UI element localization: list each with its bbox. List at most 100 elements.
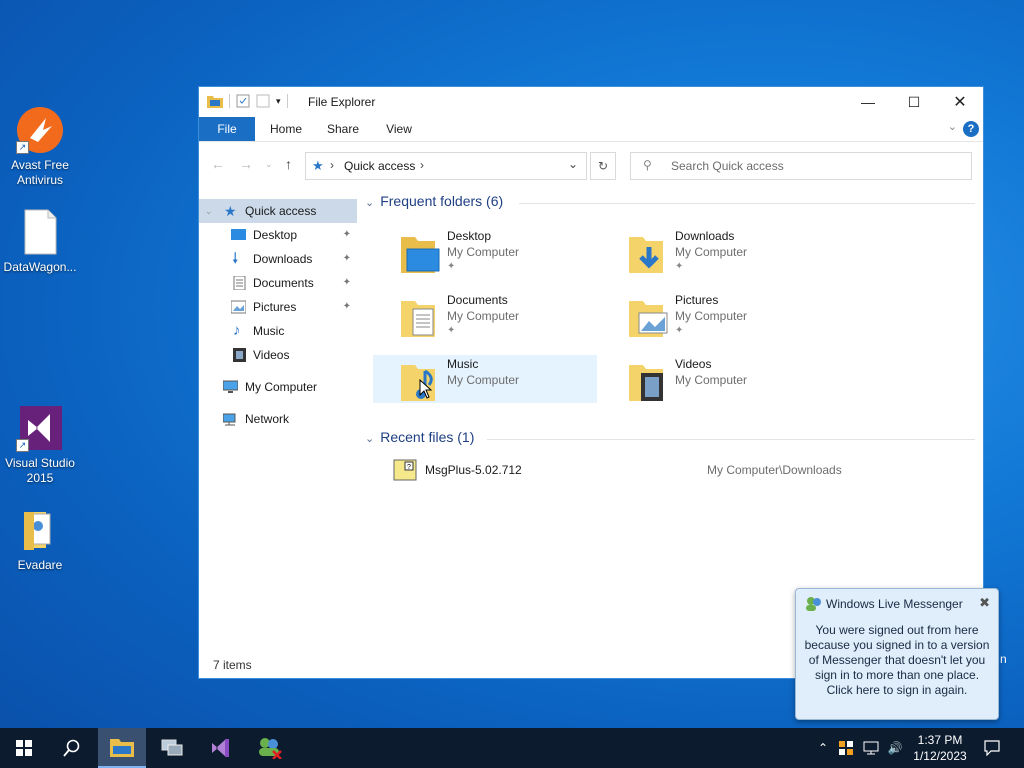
back-arrow-icon[interactable]: ← bbox=[211, 156, 225, 172]
tab-view[interactable]: View bbox=[375, 117, 423, 141]
tab-share[interactable]: Share bbox=[319, 117, 367, 141]
computer-icon bbox=[223, 380, 238, 393]
folder-desktop-icon bbox=[401, 237, 440, 273]
pictures-icon bbox=[231, 300, 246, 314]
folder-tile-videos[interactable]: Videos My Computer bbox=[589, 355, 813, 415]
folder-tile-desktop[interactable]: Desktop My Computer ✦ bbox=[361, 227, 585, 287]
pin-icon: ✦ bbox=[675, 261, 684, 272]
recent-file-row[interactable]: ? MsgPlus-5.02.712 My Computer\Downloads bbox=[391, 459, 951, 483]
taskbar-messenger[interactable] bbox=[246, 728, 294, 768]
navigation-bar: ← → ⌄ ↑ ★ › Quick access › ⌄ ↻ ⚲ bbox=[199, 142, 983, 188]
sidebar-item-pictures[interactable]: Pictures ✦ bbox=[199, 295, 357, 319]
expand-ribbon-icon[interactable]: ⌄ bbox=[948, 120, 957, 133]
search-box[interactable]: ⚲ bbox=[630, 152, 972, 180]
sidebar-item-music[interactable]: ♪ Music bbox=[199, 319, 357, 343]
desktop-icon-avast[interactable]: ↗ Avast Free Antivirus bbox=[0, 106, 80, 188]
up-arrow-icon[interactable]: ↑ bbox=[285, 156, 292, 172]
tile-name: Pictures bbox=[675, 293, 719, 307]
recent-locations-icon[interactable]: ⌄ bbox=[265, 159, 273, 170]
recent-file-name: MsgPlus-5.02.712 bbox=[425, 463, 522, 477]
sidebar-item-label: Pictures bbox=[253, 300, 297, 314]
folder-tile-pictures[interactable]: Pictures My Computer ✦ bbox=[589, 291, 813, 351]
messenger-buddy-icon bbox=[806, 597, 821, 611]
search-button[interactable] bbox=[48, 728, 96, 768]
chevron-down-icon[interactable]: ⌄ bbox=[205, 199, 213, 223]
tray-network-icon[interactable] bbox=[860, 728, 882, 768]
address-dropdown-icon[interactable]: ⌄ bbox=[568, 157, 578, 171]
refresh-button[interactable]: ↻ bbox=[590, 152, 616, 180]
sidebar-item-downloads[interactable]: 🠗 Downloads ✦ bbox=[199, 247, 357, 271]
group-header-label: Frequent folders (6) bbox=[380, 193, 504, 209]
desktop-peek-text: n bbox=[1000, 652, 1007, 666]
taskbar-remote-desktop[interactable] bbox=[148, 728, 196, 768]
sidebar-item-videos[interactable]: Videos bbox=[199, 343, 357, 367]
shortcut-arrow-icon: ↗ bbox=[16, 439, 29, 452]
sidebar-item-desktop[interactable]: Desktop ✦ bbox=[199, 223, 357, 247]
desktop-icon-label: Evadare bbox=[17, 558, 63, 572]
action-center-button[interactable] bbox=[978, 728, 1006, 768]
speaker-icon: 🔊 bbox=[887, 741, 903, 755]
start-button[interactable] bbox=[0, 728, 48, 768]
desktop-icon bbox=[231, 229, 246, 240]
security-shield-icon bbox=[839, 741, 853, 755]
properties-icon[interactable] bbox=[236, 94, 250, 108]
sidebar-item-my-computer[interactable]: My Computer bbox=[199, 375, 357, 399]
notification-icon bbox=[984, 740, 1000, 756]
folder-documents-icon bbox=[401, 301, 435, 337]
folder-tile-downloads[interactable]: Downloads My Computer ✦ bbox=[589, 227, 813, 287]
notification-body[interactable]: You were signed out from here because yo… bbox=[804, 623, 990, 698]
taskbar-clock[interactable]: 1:37 PM 1/12/2023 bbox=[908, 732, 972, 764]
messenger-notification[interactable]: Windows Live Messenger ✖ You were signed… bbox=[795, 588, 999, 720]
tray-volume-icon[interactable]: 🔊 bbox=[884, 728, 906, 768]
sidebar-item-network[interactable]: Network bbox=[199, 407, 357, 431]
mouse-cursor-icon bbox=[419, 379, 433, 399]
sidebar-item-quick-access[interactable]: ⌄ ★ Quick access bbox=[199, 199, 357, 223]
new-folder-icon[interactable] bbox=[256, 94, 270, 108]
show-hidden-icons[interactable]: ⌃ bbox=[812, 728, 834, 768]
customize-toolbar-icon[interactable]: ▾ bbox=[276, 96, 281, 107]
chevron-down-icon: ⌄ bbox=[365, 197, 375, 209]
tile-location: My Computer bbox=[447, 373, 520, 387]
maximize-button[interactable]: ☐ bbox=[891, 87, 937, 117]
desktop-icon-datawagon[interactable]: DataWagon... bbox=[0, 208, 80, 275]
close-button[interactable]: ✕ bbox=[937, 87, 983, 117]
desktop-icon-visual-studio[interactable]: ↗ Visual Studio 2015 bbox=[0, 404, 80, 486]
shortcut-arrow-icon: ↗ bbox=[16, 141, 29, 154]
forward-arrow-icon[interactable]: → bbox=[239, 156, 253, 172]
group-header-frequent[interactable]: ⌄ Frequent folders (6) bbox=[365, 193, 503, 209]
help-icon[interactable]: ? bbox=[963, 121, 979, 137]
music-note-icon: ♪ bbox=[233, 322, 241, 339]
search-icon: ⚲ bbox=[643, 158, 652, 172]
tray-security-icon[interactable] bbox=[836, 728, 856, 768]
clock-time: 1:37 PM bbox=[917, 733, 963, 747]
star-icon: ★ bbox=[224, 203, 237, 219]
pin-icon: ✦ bbox=[447, 325, 456, 336]
group-header-label: Recent files (1) bbox=[380, 429, 475, 445]
desktop-icon-evadare[interactable]: Evadare bbox=[0, 506, 80, 573]
folder-tile-documents[interactable]: Documents My Computer ✦ bbox=[361, 291, 585, 351]
search-input[interactable] bbox=[669, 158, 963, 174]
chevron-up-icon: ⌃ bbox=[817, 741, 829, 755]
desktop-icon-label: Avast Free Antivirus bbox=[11, 158, 69, 187]
group-header-recent[interactable]: ⌄ Recent files (1) bbox=[365, 429, 474, 445]
folder-downloads-icon bbox=[629, 237, 663, 273]
minimize-button[interactable]: — bbox=[845, 87, 891, 117]
ribbon-tabs: File Home Share View ⌄ ? bbox=[199, 117, 983, 142]
pin-icon: ✦ bbox=[342, 229, 351, 240]
quick-access-toolbar: ▾ bbox=[207, 94, 288, 108]
breadcrumb-separator-icon: › bbox=[420, 158, 424, 172]
breadcrumb-quick-access[interactable]: Quick access bbox=[344, 159, 415, 173]
tile-location: My Computer bbox=[675, 245, 748, 259]
taskbar-visual-studio[interactable] bbox=[196, 728, 244, 768]
window-title: File Explorer bbox=[308, 95, 376, 109]
address-bar[interactable]: ★ › Quick access › ⌄ bbox=[305, 152, 587, 180]
clock-date: 1/12/2023 bbox=[913, 749, 967, 763]
sidebar-item-documents[interactable]: Documents ✦ bbox=[199, 271, 357, 295]
tab-home[interactable]: Home bbox=[261, 117, 311, 141]
chevron-down-icon: ⌄ bbox=[365, 433, 375, 445]
tab-file[interactable]: File bbox=[199, 117, 255, 141]
taskbar-file-explorer[interactable] bbox=[98, 728, 146, 768]
close-icon[interactable]: ✖ bbox=[979, 595, 990, 611]
tile-name: Documents bbox=[447, 293, 508, 307]
folder-tile-music[interactable]: Music My Computer bbox=[373, 355, 597, 403]
